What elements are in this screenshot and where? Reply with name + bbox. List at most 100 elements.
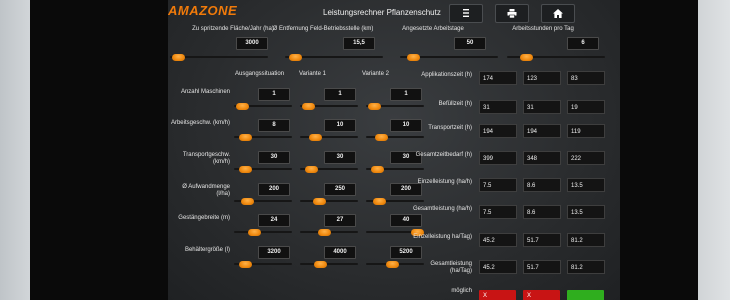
output-row-label: Befüllzeit (h) bbox=[438, 101, 472, 107]
input-slider-thumb[interactable] bbox=[372, 197, 386, 205]
feasible-indicator bbox=[567, 290, 604, 300]
input-slider-thumb[interactable] bbox=[302, 102, 316, 110]
input-row-label: Ø Aufwandmenge (l/ha) bbox=[182, 184, 230, 197]
output-value: 8.6 bbox=[523, 205, 561, 219]
input-value[interactable]: 8 bbox=[258, 119, 290, 132]
output-row-label: Einzelleistung (ha/h) bbox=[417, 179, 472, 185]
input-slider-thumb[interactable] bbox=[236, 102, 250, 110]
top-param-value[interactable]: 3000 bbox=[236, 37, 268, 50]
input-slider-thumb[interactable] bbox=[240, 197, 254, 205]
input-slider-thumb[interactable] bbox=[368, 102, 382, 110]
input-value[interactable]: 24 bbox=[258, 214, 290, 227]
home-icon bbox=[553, 9, 563, 18]
top-param-label: Angesetzte Arbeitstage bbox=[402, 26, 464, 32]
output-value: 222 bbox=[567, 151, 605, 165]
input-value[interactable]: 1 bbox=[258, 88, 290, 101]
input-value[interactable]: 30 bbox=[324, 151, 356, 164]
input-row-label: Gestängebreite (m) bbox=[178, 215, 230, 221]
top-param-value[interactable]: 50 bbox=[454, 37, 486, 50]
menu-button[interactable] bbox=[449, 4, 483, 23]
output-row-label: Gesamtleistung (ha/h) bbox=[412, 206, 472, 212]
output-value: 81.2 bbox=[567, 233, 605, 247]
input-value[interactable]: 5200 bbox=[390, 246, 422, 259]
output-value: 31 bbox=[523, 100, 561, 114]
page-title: Leistungsrechner Pflanzenschutz bbox=[323, 8, 441, 17]
input-slider-thumb[interactable] bbox=[313, 260, 327, 268]
output-value: 31 bbox=[479, 100, 517, 114]
output-row-label: Einzelleistung ha/Tag) bbox=[413, 234, 472, 240]
input-value[interactable]: 4000 bbox=[324, 246, 356, 259]
output-row-label: Gesamtleistung (ha/Tag) bbox=[430, 261, 472, 274]
output-value: 399 bbox=[479, 151, 517, 165]
input-value[interactable]: 1 bbox=[390, 88, 422, 101]
output-value: 7.5 bbox=[479, 205, 517, 219]
input-slider-thumb[interactable] bbox=[238, 260, 252, 268]
input-value[interactable]: 3200 bbox=[258, 246, 290, 259]
menu-icon bbox=[463, 9, 469, 17]
feasible-indicator: X bbox=[523, 290, 560, 300]
input-slider-thumb[interactable] bbox=[318, 228, 331, 236]
top-param-slider-thumb[interactable] bbox=[289, 53, 303, 61]
input-value[interactable]: 30 bbox=[258, 151, 290, 164]
top-param-slider-thumb[interactable] bbox=[406, 53, 420, 61]
column-header: Variante 1 bbox=[299, 71, 326, 77]
input-slider-track[interactable] bbox=[300, 200, 358, 202]
input-value[interactable]: 250 bbox=[324, 183, 356, 196]
output-value: 19 bbox=[567, 100, 605, 114]
output-value: 194 bbox=[479, 124, 517, 138]
output-row-label: Applikationszeit (h) bbox=[421, 72, 472, 78]
output-value: 8.6 bbox=[523, 178, 561, 192]
output-value: 45.2 bbox=[479, 260, 517, 274]
output-value: 123 bbox=[523, 71, 561, 85]
output-value: 13.5 bbox=[567, 205, 605, 219]
input-slider-thumb[interactable] bbox=[370, 165, 384, 173]
input-slider-thumb[interactable] bbox=[238, 165, 252, 173]
amazone-logo: AMAZONE bbox=[168, 3, 238, 18]
top-param-slider-thumb[interactable] bbox=[519, 53, 533, 61]
print-button[interactable] bbox=[495, 4, 529, 23]
input-slider-thumb[interactable] bbox=[386, 260, 400, 268]
output-value: 174 bbox=[479, 71, 517, 85]
top-param-label: Arbeitsstunden pro Tag bbox=[512, 26, 574, 32]
top-param-slider-thumb[interactable] bbox=[171, 53, 185, 61]
home-button[interactable] bbox=[541, 4, 575, 23]
output-value: 7.5 bbox=[479, 178, 517, 192]
input-value[interactable]: 200 bbox=[258, 183, 290, 196]
output-row-label: Transportzeit (h) bbox=[428, 125, 472, 131]
output-value: 348 bbox=[523, 151, 561, 165]
input-slider-track[interactable] bbox=[300, 263, 358, 265]
output-value: 119 bbox=[567, 124, 605, 138]
input-slider-thumb[interactable] bbox=[375, 133, 388, 141]
input-value[interactable]: 10 bbox=[324, 119, 356, 132]
input-slider-track[interactable] bbox=[234, 231, 292, 233]
feasible-indicator: X bbox=[479, 290, 516, 300]
feasible-label: möglich bbox=[451, 288, 472, 294]
input-value[interactable]: 1 bbox=[324, 88, 356, 101]
output-value: 194 bbox=[523, 124, 561, 138]
tablet-frame: AMAZONE Leistungsrechner Pflanzenschutz … bbox=[30, 0, 698, 300]
input-slider-thumb[interactable] bbox=[312, 197, 326, 205]
input-row-label: Anzahl Maschinen bbox=[180, 89, 230, 95]
output-value: 51.7 bbox=[523, 233, 561, 247]
output-value: 45.2 bbox=[479, 233, 517, 247]
column-header: Ausgangssituation bbox=[235, 71, 285, 77]
output-value: 13.5 bbox=[567, 178, 605, 192]
input-row-label: Behältergröße (l) bbox=[184, 247, 230, 253]
column-header: Variante 2 bbox=[362, 71, 389, 77]
input-value[interactable]: 40 bbox=[390, 214, 422, 227]
output-row-label: Gesamtzeitbedarf (h) bbox=[415, 152, 472, 158]
input-slider-thumb[interactable] bbox=[247, 228, 261, 236]
output-value: 81.2 bbox=[567, 260, 605, 274]
input-slider-thumb[interactable] bbox=[304, 165, 318, 173]
top-param-value[interactable]: 6 bbox=[567, 37, 599, 50]
app-screen: AMAZONE Leistungsrechner Pflanzenschutz … bbox=[168, 0, 620, 300]
input-row-label: Arbeitsgeschw. (km/h) bbox=[170, 120, 230, 126]
input-slider-thumb[interactable] bbox=[309, 133, 322, 141]
input-slider-thumb[interactable] bbox=[239, 133, 253, 141]
input-value[interactable]: 27 bbox=[324, 214, 356, 227]
input-row-label: Transportgeschw. (km/h) bbox=[182, 152, 230, 165]
top-param-value[interactable]: 15,5 bbox=[343, 37, 375, 50]
top-param-slider-track[interactable] bbox=[170, 56, 268, 58]
print-icon bbox=[507, 9, 517, 19]
top-param-label: Ø Entfernung Feld-Betriebsstelle (km) bbox=[272, 26, 374, 32]
